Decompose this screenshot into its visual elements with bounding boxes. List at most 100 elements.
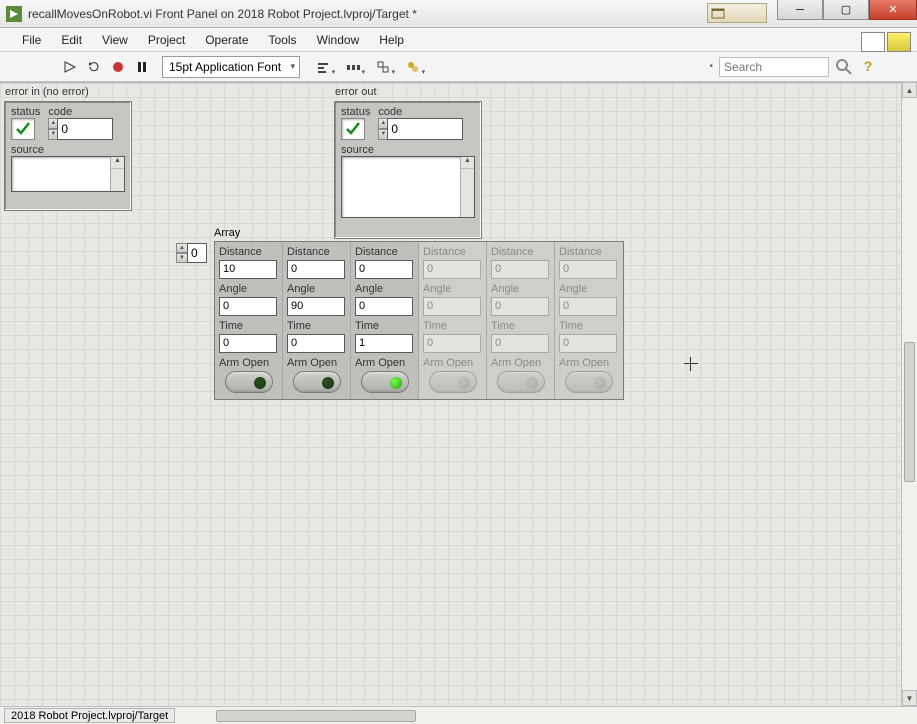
arm-open-label: Arm Open [423, 357, 482, 369]
angle-value: 0 [491, 297, 549, 316]
time-value[interactable]: 0 [219, 334, 277, 353]
distance-value[interactable]: 10 [219, 260, 277, 279]
time-value: 0 [491, 334, 549, 353]
array-elements[interactable]: Distance10Angle0Time0Arm OpenDistance0An… [214, 241, 624, 400]
menu-view[interactable]: View [92, 33, 138, 47]
arm-open-label: Arm Open [355, 357, 414, 369]
labview-vi-icon [6, 6, 22, 22]
scroll-thumb[interactable] [904, 342, 915, 482]
error-out-source[interactable]: ▲ [341, 156, 475, 218]
array-element-2[interactable]: Distance0Angle0Time1Arm Open [351, 242, 419, 399]
search-icon[interactable] [835, 58, 853, 76]
close-button[interactable]: ✕ [869, 0, 917, 20]
time-value[interactable]: 1 [355, 334, 413, 353]
icon-connector-pane[interactable] [861, 32, 911, 52]
angle-label: Angle [423, 283, 482, 295]
arm-open-button [497, 371, 545, 393]
run-button[interactable] [60, 57, 80, 77]
titlebar: recallMovesOnRobot.vi Front Panel on 201… [0, 0, 917, 28]
pause-button[interactable] [132, 57, 152, 77]
minimize-button[interactable]: ─ [777, 0, 823, 20]
window-title: recallMovesOnRobot.vi Front Panel on 201… [28, 7, 417, 21]
menu-file[interactable]: File [12, 33, 51, 47]
status-bar-path[interactable]: 2018 Robot Project.lvproj/Target [4, 708, 175, 723]
menu-operate[interactable]: Operate [195, 33, 258, 47]
distance-value: 0 [423, 260, 481, 279]
arm-open-button[interactable] [225, 371, 273, 393]
distance-label: Distance [423, 246, 482, 258]
time-label: Time [559, 320, 619, 332]
array-label: Array [214, 227, 240, 239]
maximize-button[interactable]: ▢ [823, 0, 869, 20]
error-out-cluster[interactable]: error out status code ▲▼ source [334, 101, 482, 239]
array-index-value[interactable]: 0 [187, 243, 207, 263]
abort-button[interactable] [108, 57, 128, 77]
status-label-out: status [341, 106, 370, 118]
angle-value: 0 [423, 297, 481, 316]
error-in-status[interactable] [11, 118, 35, 140]
error-in-label: error in (no error) [5, 86, 89, 98]
code-label-out: code [378, 106, 463, 118]
distance-value: 0 [491, 260, 549, 279]
toolbar: 15pt Application Font • ? [0, 52, 917, 82]
angle-value[interactable]: 90 [287, 297, 345, 316]
menu-help[interactable]: Help [369, 33, 414, 47]
menu-project[interactable]: Project [138, 33, 195, 47]
error-in-code[interactable] [57, 118, 113, 140]
distribute-objects-button[interactable] [340, 57, 366, 77]
angle-label: Angle [287, 283, 346, 295]
menu-tools[interactable]: Tools [259, 33, 307, 47]
distance-label: Distance [491, 246, 550, 258]
error-in-source[interactable]: ▲ [11, 156, 125, 192]
reorder-button[interactable] [400, 57, 426, 77]
array-element-0[interactable]: Distance10Angle0Time0Arm Open [215, 242, 283, 399]
distance-label: Distance [559, 246, 619, 258]
run-continuous-button[interactable] [84, 57, 104, 77]
front-panel-canvas[interactable]: error in (no error) status code ▲▼ sourc… [0, 82, 901, 706]
distance-label: Distance [219, 246, 278, 258]
search-input[interactable] [719, 57, 829, 77]
error-out-label: error out [335, 86, 377, 98]
array-element-3: Distance 0 Angle 0 Time 0 Arm Open [419, 242, 487, 399]
angle-value: 0 [559, 297, 617, 316]
error-in-cluster[interactable]: error in (no error) status code ▲▼ sourc… [4, 101, 132, 211]
scroll-thumb-h[interactable] [216, 710, 416, 722]
cursor-crosshair-icon [684, 357, 698, 371]
context-help-button[interactable]: ? [859, 58, 877, 76]
time-value: 0 [423, 334, 481, 353]
error-out-status [341, 118, 365, 140]
arm-open-button[interactable] [293, 371, 341, 393]
angle-label: Angle [219, 283, 278, 295]
angle-value[interactable]: 0 [219, 297, 277, 316]
arm-open-label: Arm Open [491, 357, 550, 369]
status-label: status [11, 106, 40, 118]
font-selector[interactable]: 15pt Application Font [162, 56, 300, 78]
array-element-5: Distance0Angle0Time0Arm Open [555, 242, 623, 399]
arm-open-button[interactable] [361, 371, 409, 393]
distance-label: Distance [355, 246, 414, 258]
time-value: 0 [559, 334, 617, 353]
align-objects-button[interactable] [310, 57, 336, 77]
resize-objects-button[interactable] [370, 57, 396, 77]
arm-open-button [429, 371, 477, 393]
time-label: Time [423, 320, 482, 332]
source-label: source [5, 144, 131, 156]
menu-window[interactable]: Window [307, 33, 370, 47]
time-label: Time [219, 320, 278, 332]
distance-value[interactable]: 0 [355, 260, 413, 279]
arm-open-label: Arm Open [287, 357, 346, 369]
array-element-1[interactable]: Distance0Angle90Time0Arm Open [283, 242, 351, 399]
secondary-window-thumb[interactable] [707, 3, 767, 23]
array-index-control[interactable]: ▲▼ 0 [176, 243, 207, 263]
distance-label: Distance [287, 246, 346, 258]
vertical-scrollbar[interactable]: ▲ ▼ [901, 82, 917, 706]
time-value[interactable]: 0 [287, 334, 345, 353]
time-label: Time [355, 320, 414, 332]
angle-label: Angle [559, 283, 619, 295]
menu-edit[interactable]: Edit [51, 33, 92, 47]
search-indicator-icon: • [709, 61, 713, 72]
menubar: File Edit View Project Operate Tools Win… [0, 28, 917, 52]
distance-value[interactable]: 0 [287, 260, 345, 279]
angle-value[interactable]: 0 [355, 297, 413, 316]
error-out-code[interactable] [387, 118, 463, 140]
